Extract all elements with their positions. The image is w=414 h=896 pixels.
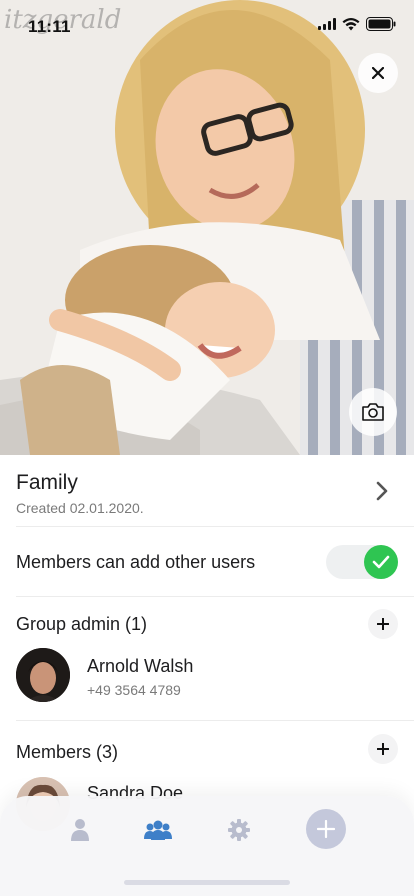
divider bbox=[16, 596, 414, 597]
camera-icon bbox=[362, 403, 384, 421]
checkmark-icon bbox=[372, 555, 390, 569]
add-admin-button[interactable] bbox=[368, 609, 398, 639]
members-can-add-toggle[interactable] bbox=[326, 545, 398, 579]
status-icons bbox=[318, 17, 396, 31]
group-admin-title: Group admin (1) bbox=[16, 614, 148, 634]
change-photo-button[interactable] bbox=[349, 388, 397, 436]
members-can-add-label: Members can add other users bbox=[16, 552, 256, 572]
cellular-signal-icon bbox=[318, 18, 336, 30]
divider bbox=[16, 720, 414, 721]
close-icon bbox=[372, 67, 384, 79]
group-cover-photo: itzgerald bbox=[0, 0, 414, 455]
cover-photo-illustration: itzgerald bbox=[0, 0, 414, 455]
settings-gear-icon bbox=[228, 819, 250, 841]
home-indicator bbox=[124, 880, 290, 885]
wifi-icon bbox=[342, 17, 360, 30]
divider bbox=[16, 526, 414, 527]
members-title: Members (3) bbox=[16, 742, 119, 762]
person-icon bbox=[71, 819, 89, 841]
chevron-right-icon bbox=[376, 481, 388, 501]
admin-list-item[interactable]: Arnold Walsh +49 3564 4789 bbox=[0, 648, 414, 708]
add-plus-icon bbox=[317, 820, 335, 838]
member-phone: +49 3564 4789 bbox=[87, 682, 181, 698]
status-time: 11:11 bbox=[28, 17, 71, 36]
group-name-row[interactable]: Family Created 02.01.2020. bbox=[0, 455, 414, 527]
group-icon bbox=[144, 820, 172, 840]
tab-profile[interactable] bbox=[60, 810, 100, 850]
member-name: Arnold Walsh bbox=[87, 656, 194, 676]
close-button[interactable] bbox=[358, 53, 398, 93]
status-bar: 11:11 bbox=[0, 0, 414, 50]
bottom-tab-bar bbox=[0, 796, 414, 896]
avatar bbox=[16, 648, 70, 702]
add-member-button[interactable] bbox=[368, 734, 398, 764]
toggle-knob bbox=[364, 545, 398, 579]
tab-groups[interactable] bbox=[138, 810, 178, 850]
group-created-date: Created 02.01.2020. bbox=[16, 500, 144, 516]
group-name: Family bbox=[16, 471, 78, 494]
battery-icon bbox=[366, 17, 396, 31]
tab-settings[interactable] bbox=[219, 810, 259, 850]
plus-icon bbox=[377, 743, 389, 755]
plus-icon bbox=[377, 618, 389, 630]
add-button[interactable] bbox=[306, 809, 346, 849]
